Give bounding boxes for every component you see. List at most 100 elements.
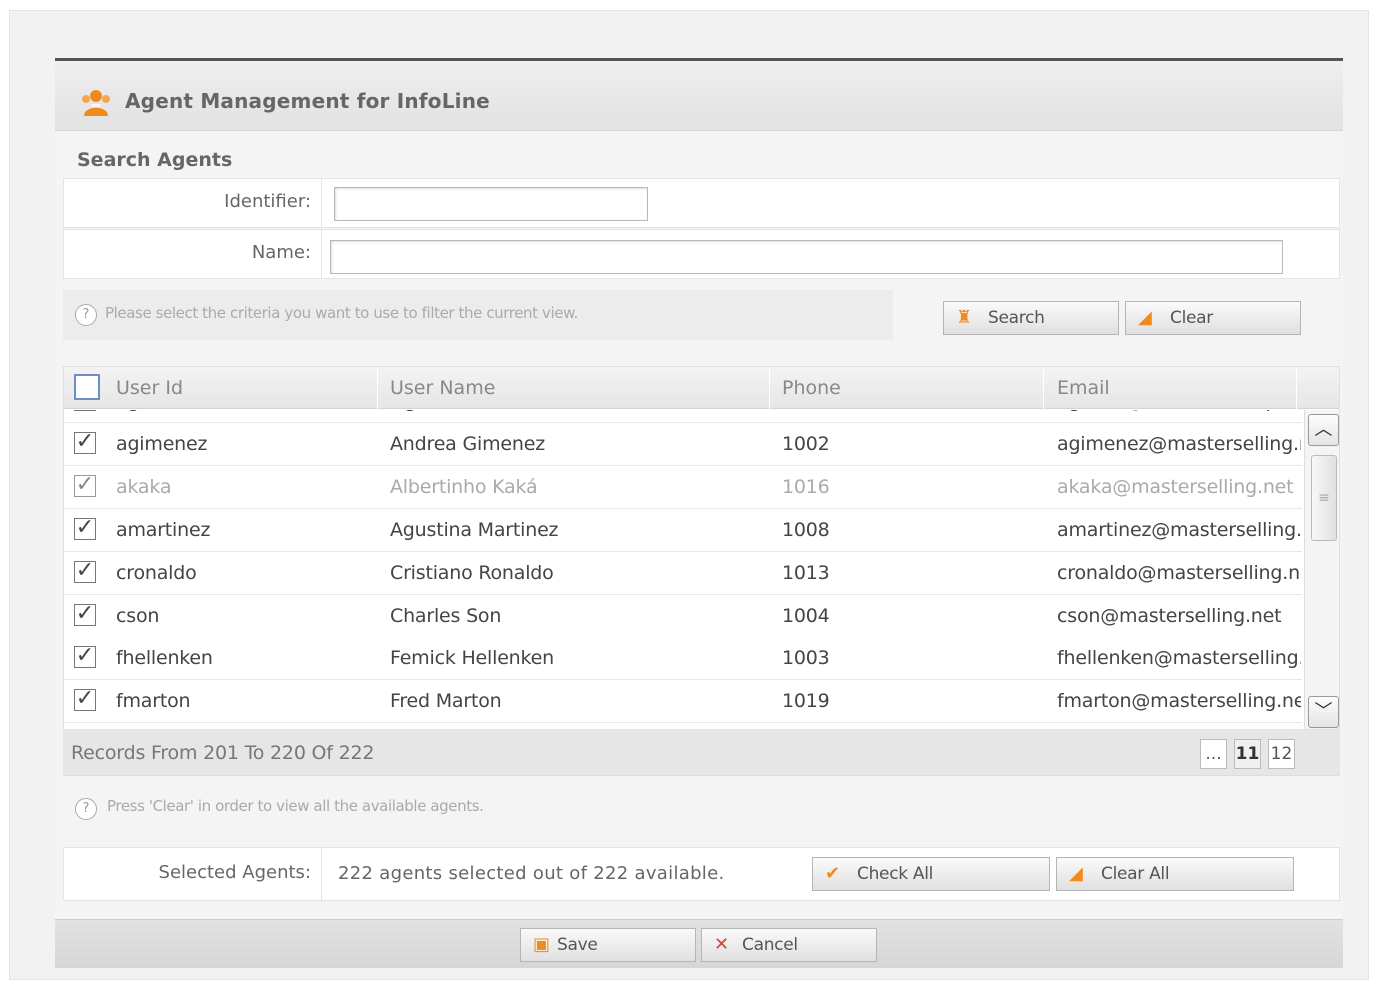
column-header-email[interactable]: Email (1057, 367, 1297, 409)
page-background: Agent Management for InfoLine Search Age… (9, 10, 1369, 980)
cell-user-name: Charles Son (390, 605, 502, 627)
table-row[interactable]: ✓ fhellenken Femick Hellenken 1003 fhell… (64, 637, 1302, 680)
selected-agents-summary: 222 agents selected out of 222 available… (338, 863, 725, 884)
cell-user-id: akaka (116, 476, 172, 498)
table-row[interactable]: ✓ akaka Albertinho Kaká 1016 akaka@maste… (64, 466, 1302, 509)
search-section-title: Search Agents (77, 149, 233, 171)
scroll-thumb[interactable]: ≡ (1311, 455, 1337, 541)
identifier-input[interactable] (334, 187, 648, 221)
name-row: Name: (63, 229, 1340, 279)
cell-user-id: amartinez (116, 519, 211, 541)
cell-email: agimenez@masterselling.net (1057, 433, 1301, 455)
table-row[interactable]: ✓ fmarton Fred Marton 1019 fmarton@maste… (64, 680, 1302, 723)
row-checkbox[interactable]: ✓ (74, 474, 96, 497)
name-label: Name: (64, 230, 322, 278)
search-hint-text: Please select the criteria you want to u… (105, 304, 578, 322)
cell-user-name: Fred Marton (390, 690, 502, 712)
cell-user-name: Andrea Gimenez (390, 433, 545, 455)
table-row[interactable]: ✓ figarcia Figarcia 1009 figarcia@master… (64, 410, 1302, 423)
clear-all-button[interactable]: ◢ Clear All (1056, 857, 1294, 891)
table-row[interactable]: ✓ cronaldo Cristiano Ronaldo 1013 cronal… (64, 552, 1302, 595)
column-header-user-name[interactable]: User Name (390, 367, 770, 409)
cell-user-id: fhellenken (116, 647, 213, 669)
eraser-icon: ◢ (1138, 307, 1152, 328)
row-checkbox[interactable]: ✓ (74, 410, 96, 411)
chevron-down-icon: ﹀ (1314, 701, 1333, 722)
search-button[interactable]: ♜ Search (943, 301, 1119, 335)
cell-email: cronaldo@masterselling.net (1057, 562, 1301, 584)
binoculars-icon: ♜ (956, 307, 972, 328)
cell-user-name: Cristiano Ronaldo (390, 562, 554, 584)
table-row[interactable]: ✓ amartinez Agustina Martinez 1008 amart… (64, 509, 1302, 552)
cell-user-name: Figarcia (390, 410, 770, 422)
row-checkbox[interactable]: ✓ (74, 603, 96, 626)
cell-phone: 1008 (782, 519, 830, 541)
cell-phone: 1003 (782, 647, 830, 669)
check-all-label: Check All (857, 864, 934, 884)
identifier-label: Identifier: (64, 179, 322, 227)
agents-icon (82, 90, 110, 116)
grid-header: User Id User Name Phone Email (64, 367, 1339, 409)
table-row[interactable]: ✓ cson Charles Son 1004 cson@masterselli… (64, 595, 1302, 638)
cancel-button-label: Cancel (742, 935, 798, 955)
cell-user-id: cson (116, 605, 160, 627)
agent-management-window: Agent Management for InfoLine Search Age… (55, 58, 1343, 968)
clear-all-label: Clear All (1101, 864, 1170, 884)
window-titlebar: Agent Management for InfoLine (55, 61, 1343, 131)
table-row[interactable]: ✓ agimenez Andrea Gimenez 1002 agimenez@… (64, 423, 1302, 466)
cell-email: figarcia@mastersellinq.net (1057, 410, 1301, 422)
select-all-checkbox[interactable] (74, 374, 100, 400)
scroll-down-button[interactable]: ﹀ (1308, 696, 1339, 728)
clear-button[interactable]: ◢ Clear (1125, 301, 1301, 335)
cell-email: fhellenken@masterselling.net (1057, 647, 1301, 669)
grid-body: ✓ figarcia Figarcia 1009 figarcia@master… (64, 410, 1302, 729)
cell-phone: 1002 (782, 433, 830, 455)
pager-page-11[interactable]: 11 (1234, 739, 1261, 769)
cell-phone: 1009 (782, 410, 1044, 422)
window-title: Agent Management for InfoLine (125, 89, 490, 113)
column-header-user-id[interactable]: User Id (116, 367, 378, 409)
row-checkbox[interactable]: ✓ (74, 645, 96, 668)
cell-user-id: agimenez (116, 433, 208, 455)
pager-previous-pages[interactable]: ... (1200, 739, 1227, 769)
help-icon: ? (75, 798, 97, 820)
cell-user-name: Agustina Martinez (390, 519, 559, 541)
cell-email: akaka@masterselling.net (1057, 476, 1294, 498)
row-checkbox[interactable]: ✓ (74, 688, 96, 711)
pager-page-12[interactable]: 12 (1268, 739, 1295, 769)
cell-phone: 1004 (782, 605, 830, 627)
check-all-button[interactable]: ✔ Check All (812, 857, 1050, 891)
search-button-label: Search (988, 308, 1045, 328)
cell-email: cson@masterselling.net (1057, 605, 1282, 627)
scroll-up-button[interactable]: ︿ (1308, 414, 1339, 446)
cell-phone: 1013 (782, 562, 830, 584)
cell-user-id: fmarton (116, 690, 191, 712)
cell-user-name: Femick Hellenken (390, 647, 554, 669)
records-summary: Records From 201 To 220 Of 222 (71, 742, 375, 764)
cell-user-id: cronaldo (116, 562, 197, 584)
cell-email: fmarton@masterselling.net (1057, 690, 1301, 712)
name-input[interactable] (330, 240, 1283, 274)
row-checkbox[interactable]: ✓ (74, 560, 96, 583)
clear-hint-text: Press 'Clear' in order to view all the a… (107, 797, 484, 815)
save-icon: ▣ (533, 934, 550, 955)
cell-user-name: Albertinho Kaká (390, 476, 538, 498)
dialog-footer: ▣ Save ✕ Cancel (55, 919, 1343, 968)
selected-agents-row: Selected Agents: 222 agents selected out… (63, 847, 1340, 901)
save-button[interactable]: ▣ Save (520, 928, 696, 962)
clear-button-label: Clear (1170, 308, 1213, 328)
search-hint-bar: ? Please select the criteria you want to… (63, 290, 1340, 340)
chevron-up-icon: ︿ (1314, 419, 1333, 440)
row-checkbox[interactable]: ✓ (74, 431, 96, 454)
cell-phone: 1019 (782, 690, 830, 712)
selected-agents-label: Selected Agents: (64, 848, 322, 900)
save-button-label: Save (557, 935, 598, 955)
identifier-row: Identifier: (63, 178, 1340, 228)
cell-phone: 1016 (782, 476, 830, 498)
cancel-button[interactable]: ✕ Cancel (701, 928, 877, 962)
eraser-icon: ◢ (1069, 863, 1083, 884)
row-checkbox[interactable]: ✓ (74, 517, 96, 540)
cell-user-id: figarcia (116, 410, 378, 422)
column-header-phone[interactable]: Phone (782, 367, 1044, 409)
grid-scrollbar[interactable]: ︿ ≡ ﹀ (1304, 410, 1339, 729)
